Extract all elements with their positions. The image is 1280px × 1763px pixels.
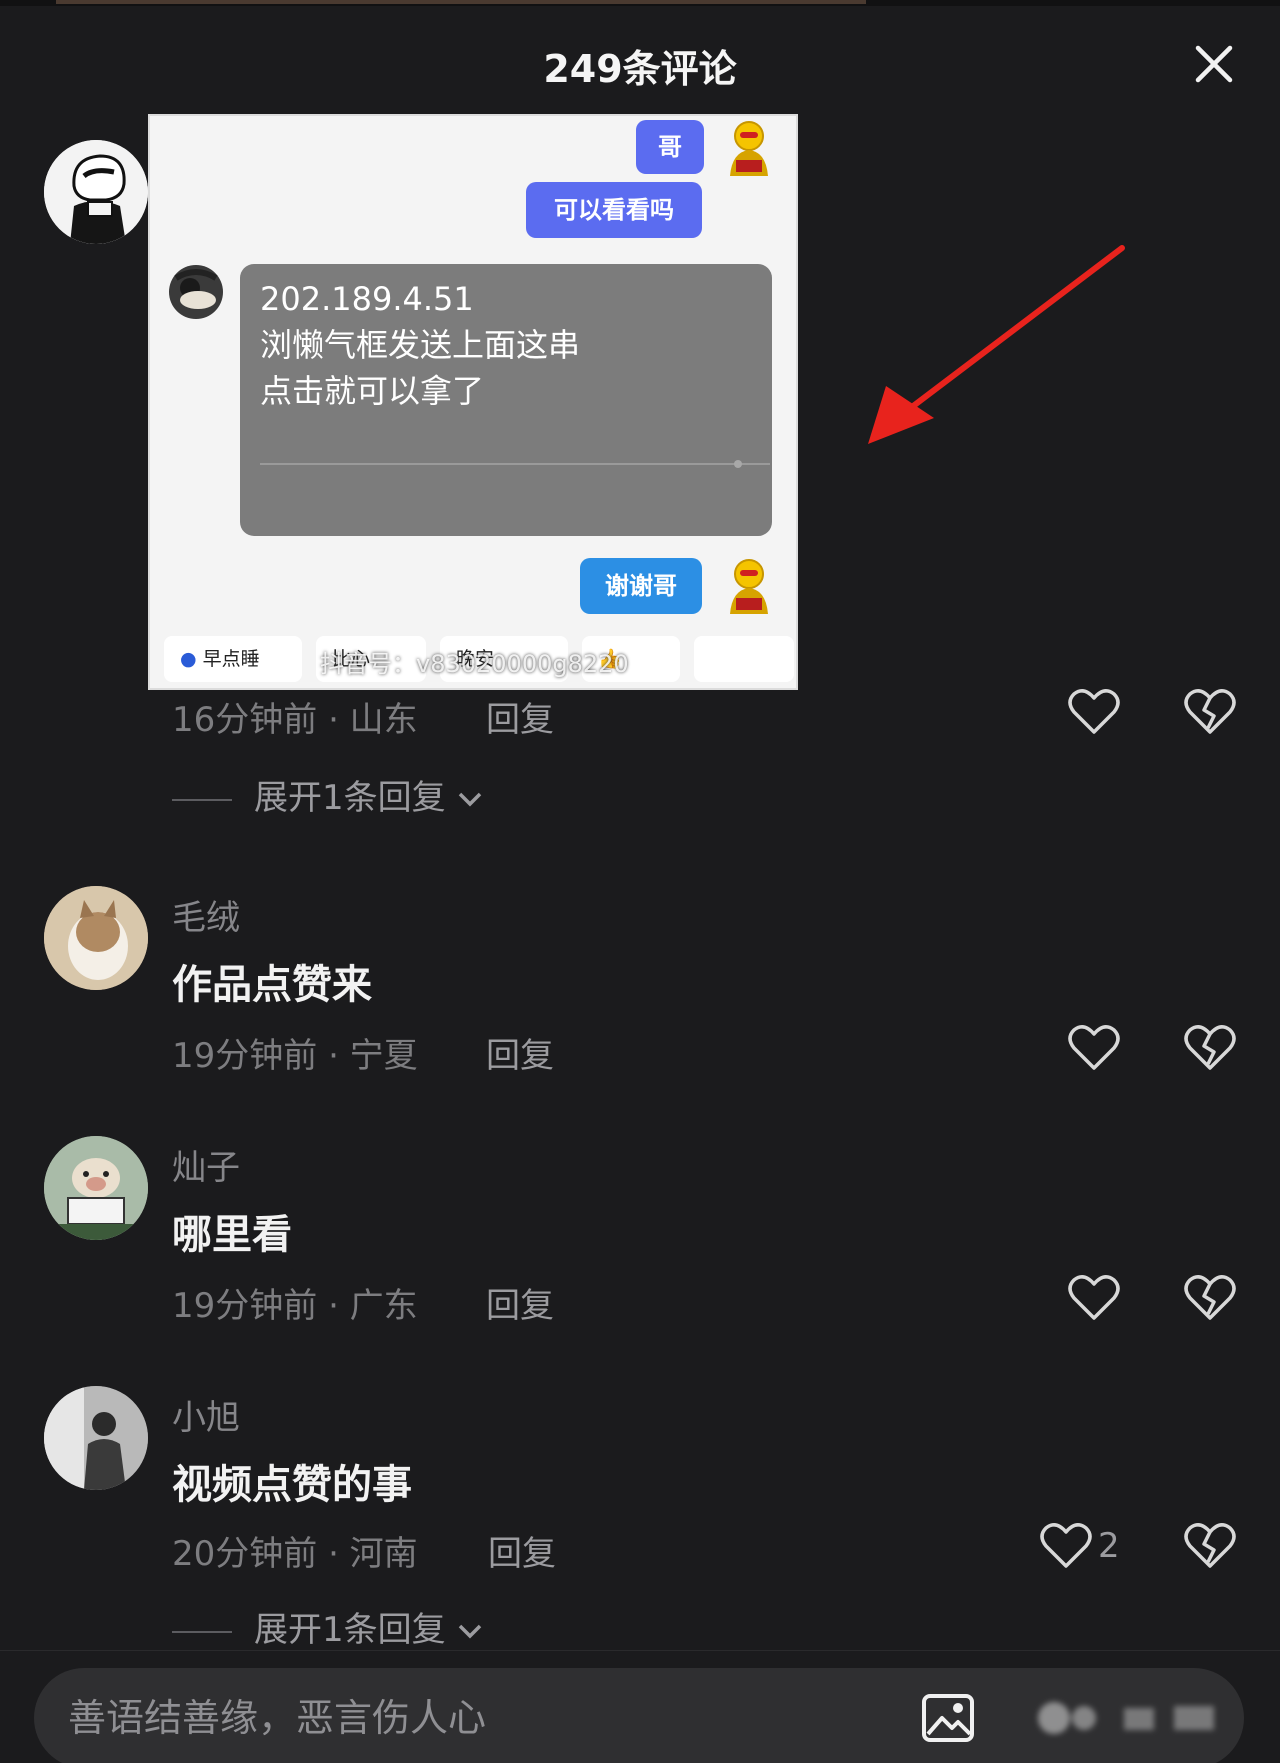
divider-dash xyxy=(172,798,232,801)
chip-emoji-icon: ● xyxy=(180,648,197,670)
comment-text: 哪里看 xyxy=(172,1212,292,1258)
comment-meta: 19分钟前 · 广东 xyxy=(172,1286,418,1326)
cat-avatar-icon xyxy=(44,886,148,990)
comment-username[interactable]: 毛绒 xyxy=(172,890,240,939)
reply-message-line: 点击就可以拿了 xyxy=(260,372,485,410)
comment-meta: 19分钟前 · 宁夏 xyxy=(172,1036,418,1076)
robot-avatar-icon xyxy=(730,121,768,176)
dislike-heart-icon[interactable] xyxy=(1184,688,1236,736)
avatar[interactable] xyxy=(44,140,148,244)
reply-button[interactable]: 回复 xyxy=(486,1278,554,1327)
expand-replies-button[interactable]: 展开1条回复 xyxy=(172,770,484,819)
photo-avatar-icon xyxy=(44,1386,148,1490)
douyin-watermark: 抖音号：v83020000g8220 xyxy=(320,650,629,678)
expand-replies-button[interactable]: 展开1条回复 xyxy=(172,1602,484,1651)
avatar[interactable] xyxy=(44,1386,148,1490)
comment-text: 作品点赞来 xyxy=(172,962,372,1008)
comment-username[interactable]: 灿子 xyxy=(172,1140,240,1189)
quick-reply-chip xyxy=(694,636,794,682)
chip-label: 早点睡 xyxy=(202,648,260,670)
image-icon[interactable] xyxy=(920,1690,976,1746)
audio-progress-line xyxy=(260,460,770,468)
heart-icon[interactable] xyxy=(1040,1522,1092,1570)
avatar[interactable] xyxy=(44,1136,148,1240)
dislike-heart-icon[interactable] xyxy=(1184,1274,1236,1322)
chat-screenshot-image: 哥 可以看看吗 202.189.4.51 浏懒气框发送上面这串 点击就可以拿了 … xyxy=(148,114,798,690)
reply-button[interactable]: 回复 xyxy=(488,1526,556,1575)
divider xyxy=(0,1650,1280,1651)
reply-message-line: 浏懒气框发送上面这串 xyxy=(260,326,581,364)
expand-replies-label: 展开1条回复 xyxy=(254,1610,446,1650)
sender-avatar-icon xyxy=(169,265,223,319)
heart-icon[interactable] xyxy=(1068,1024,1120,1072)
reply-message-box: 202.189.4.51 浏懒气框发送上面这串 点击就可以拿了 xyxy=(240,264,772,536)
like-count: 2 xyxy=(1098,1526,1120,1566)
comment-username[interactable]: 小旭 xyxy=(172,1390,240,1439)
chat-bubble-sent: 谢谢哥 xyxy=(580,558,702,614)
close-icon[interactable] xyxy=(1190,40,1238,88)
dislike-heart-icon[interactable] xyxy=(1184,1522,1236,1570)
comment-meta: 16分钟前 · 山东 xyxy=(172,700,418,740)
cartoon-avatar-icon xyxy=(44,140,148,244)
comment-meta: 20分钟前 · 河南 xyxy=(172,1534,418,1574)
chevron-down-icon xyxy=(459,792,482,806)
chat-bubble-sent: 可以看看吗 xyxy=(526,182,702,238)
reply-button[interactable]: 回复 xyxy=(486,1028,554,1077)
comment-text: 视频点赞的事 xyxy=(172,1462,412,1508)
video-strip xyxy=(0,0,1280,6)
mascot-avatar-icon xyxy=(44,1136,148,1240)
chat-bubble-sent: 哥 xyxy=(636,120,704,174)
dislike-heart-icon[interactable] xyxy=(1184,1024,1236,1072)
avatar[interactable] xyxy=(44,886,148,990)
chevron-down-icon xyxy=(459,1624,482,1638)
reply-button[interactable]: 回复 xyxy=(486,692,554,741)
expand-replies-label: 展开1条回复 xyxy=(254,778,446,818)
comment-input-bar xyxy=(34,1668,1244,1763)
comment-input[interactable] xyxy=(68,1690,888,1746)
comment-count-title: 249条评论 xyxy=(543,47,737,91)
emoji-shortcut-icon[interactable] xyxy=(1034,1698,1224,1738)
divider-dash xyxy=(172,1630,232,1633)
heart-icon[interactable] xyxy=(1068,688,1120,736)
robot-avatar-icon xyxy=(730,559,768,614)
red-arrow-icon xyxy=(868,245,1125,444)
video-thumbnail-edge xyxy=(56,0,866,4)
heart-icon[interactable] xyxy=(1068,1274,1120,1322)
ip-address-text: 202.189.4.51 xyxy=(260,280,474,318)
quick-reply-chip: ● 早点睡 xyxy=(164,636,302,682)
